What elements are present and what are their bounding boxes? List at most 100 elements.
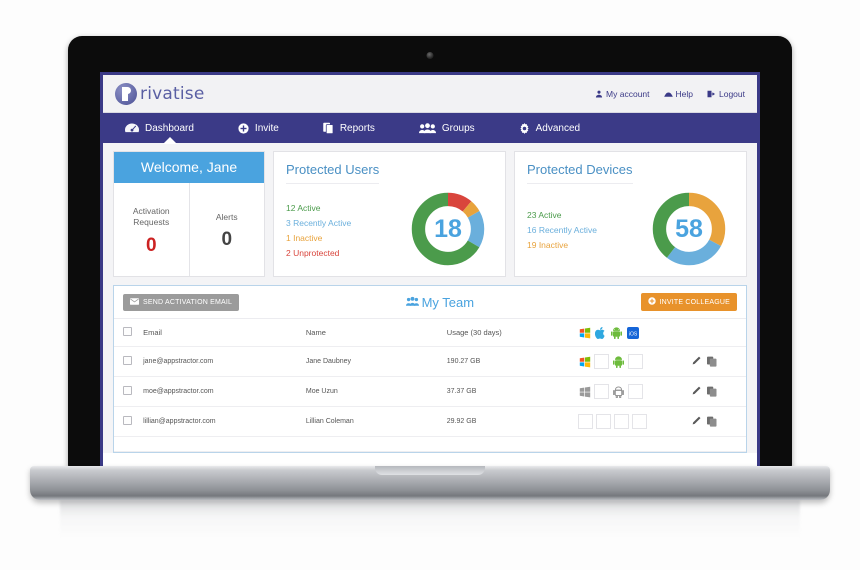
row-checkbox[interactable]	[123, 386, 132, 395]
row-select-cell	[114, 436, 144, 452]
webcam-icon	[426, 52, 434, 59]
cell-actions	[690, 406, 746, 437]
laptop-base-notch	[375, 466, 485, 475]
row-action-group	[691, 416, 746, 427]
row-checkbox[interactable]	[123, 416, 132, 425]
select-all-cell	[114, 319, 144, 347]
help-icon	[663, 90, 673, 98]
copy-icon[interactable]	[706, 386, 717, 397]
my-team-toolbar: SEND ACTIVATION EMAIL My Team INVITE COL…	[114, 286, 746, 319]
laptop-base	[30, 466, 830, 500]
nav-item-reports[interactable]: Reports	[323, 113, 397, 143]
stat-activation-requests-value: 0	[145, 234, 157, 256]
cell-name	[305, 436, 447, 452]
protected-users-title: Protected Users	[286, 162, 380, 184]
gear-icon	[519, 122, 530, 134]
laptop-lid: rivatise My account Help Logout Dashboar…	[68, 36, 792, 468]
cell-platforms	[578, 406, 691, 437]
nav-item-invite[interactable]: Invite	[238, 113, 301, 143]
edit-pencil-icon[interactable]	[691, 416, 701, 427]
cell-usage: 29.92 GB	[446, 406, 579, 437]
copy-icon[interactable]	[706, 356, 717, 367]
copy-icon[interactable]	[706, 416, 717, 427]
select-all-checkbox[interactable]	[123, 327, 132, 336]
cell-usage: 37.37 GB	[446, 376, 579, 407]
android-active-icon	[612, 355, 625, 368]
nav-item-groups[interactable]: Groups	[418, 113, 497, 143]
android-grey-icon	[612, 385, 625, 398]
table-row[interactable]: jane@appstractor.com Jane Daubney 190.27 G…	[114, 346, 746, 377]
envelope-icon	[130, 297, 139, 307]
cell-name: Jane Daubney	[305, 346, 447, 377]
logout-label: Logout	[719, 88, 745, 99]
stat-alerts-label: Alerts	[215, 211, 238, 222]
table-row[interactable]: lillian@appstractor.com Lillian Coleman 29…	[114, 406, 746, 437]
send-activation-email-button[interactable]: SEND ACTIVATION EMAIL	[123, 293, 240, 311]
table-row[interactable]	[114, 436, 746, 452]
cell-name: Moe Uzun	[305, 376, 447, 407]
nav-item-advanced[interactable]: Advanced	[519, 113, 602, 143]
logout-link[interactable]: Logout	[707, 89, 745, 99]
platform-slots	[578, 414, 691, 429]
brand-logo[interactable]: rivatise	[115, 82, 205, 105]
platform-slots	[578, 354, 691, 369]
my-account-link[interactable]: My account	[595, 89, 650, 99]
plus-circle-icon	[647, 297, 656, 307]
cell-actions	[690, 376, 746, 407]
platform-empty-slot	[578, 414, 594, 429]
laptop-reflection	[60, 500, 800, 538]
platform-empty-slot	[596, 414, 612, 429]
stat-activation-requests-label: Activation Requests	[132, 206, 170, 227]
invite-colleague-button[interactable]: INVITE COLLEAGUE	[640, 293, 737, 311]
legend-item: 23 Active	[527, 210, 562, 220]
ios-icon: iOS	[626, 326, 639, 339]
legend-item: 16 Recently Active	[527, 225, 597, 235]
cell-email	[143, 436, 306, 452]
stat-alerts-value: 0	[221, 229, 233, 251]
screenshot-stage: rivatise My account Help Logout Dashboar…	[0, 0, 860, 570]
protected-users-legend: 12 Active 3 Recently Active 1 Inactive 2 Un…	[286, 201, 351, 258]
app-header: rivatise My account Help Logout	[103, 75, 757, 113]
group-icon	[405, 295, 419, 310]
cell-usage	[446, 436, 579, 452]
windows-icon	[578, 326, 591, 339]
table-row[interactable]: moe@appstractor.com Moe Uzun 37.37 GB	[114, 376, 746, 407]
platform-empty-slot	[594, 384, 610, 399]
protected-users-content: 12 Active 3 Recently Active 1 Inactive 2 Un…	[286, 190, 493, 268]
column-header-email[interactable]: Email	[143, 319, 306, 347]
team-table-head: Email Name Usage (30 days) iOS	[114, 319, 746, 347]
groups-icon	[418, 122, 436, 134]
nav-label-invite: Invite	[254, 122, 279, 134]
summary-cards-row: Welcome, Jane Activation Requests 0 Aler…	[113, 151, 747, 277]
protected-devices-donut: 58	[650, 190, 728, 268]
column-header-usage[interactable]: Usage (30 days)	[446, 319, 579, 347]
column-header-name[interactable]: Name	[305, 319, 447, 347]
stat-alerts: Alerts 0	[188, 183, 265, 276]
invite-colleague-label: INVITE COLLEAGUE	[659, 298, 730, 306]
legend-item: 3 Recently Active	[286, 217, 352, 228]
help-label: Help	[675, 88, 693, 99]
protected-users-card: Protected Users 12 Active 3 Recently Acti…	[273, 151, 506, 277]
platform-icon-legend: iOS	[578, 326, 691, 339]
nav-label-advanced: Advanced	[535, 122, 581, 134]
row-checkbox[interactable]	[123, 356, 132, 365]
welcome-stats: Activation Requests 0 Alerts 0	[114, 183, 264, 276]
help-link[interactable]: Help	[663, 88, 693, 99]
windows-active-icon	[578, 355, 591, 368]
row-action-group	[691, 386, 746, 397]
row-select-cell	[114, 406, 144, 437]
legend-item: 12 Active	[286, 202, 321, 213]
platform-empty-slot	[614, 414, 630, 429]
team-table-body: jane@appstractor.com Jane Daubney 190.27 G…	[114, 346, 746, 452]
privatise-logo-icon	[115, 82, 137, 105]
edit-pencil-icon[interactable]	[691, 356, 701, 367]
cell-actions	[690, 346, 746, 377]
row-select-cell	[114, 346, 144, 377]
my-team-heading-label: My Team	[421, 294, 475, 310]
laptop-screen: rivatise My account Help Logout Dashboar…	[100, 72, 760, 468]
edit-pencil-icon[interactable]	[691, 386, 701, 397]
legend-item: 19 Inactive	[527, 240, 569, 250]
welcome-card: Welcome, Jane Activation Requests 0 Aler…	[113, 151, 265, 277]
apple-icon	[594, 326, 607, 339]
nav-item-dashboard[interactable]: Dashboard	[125, 113, 216, 144]
